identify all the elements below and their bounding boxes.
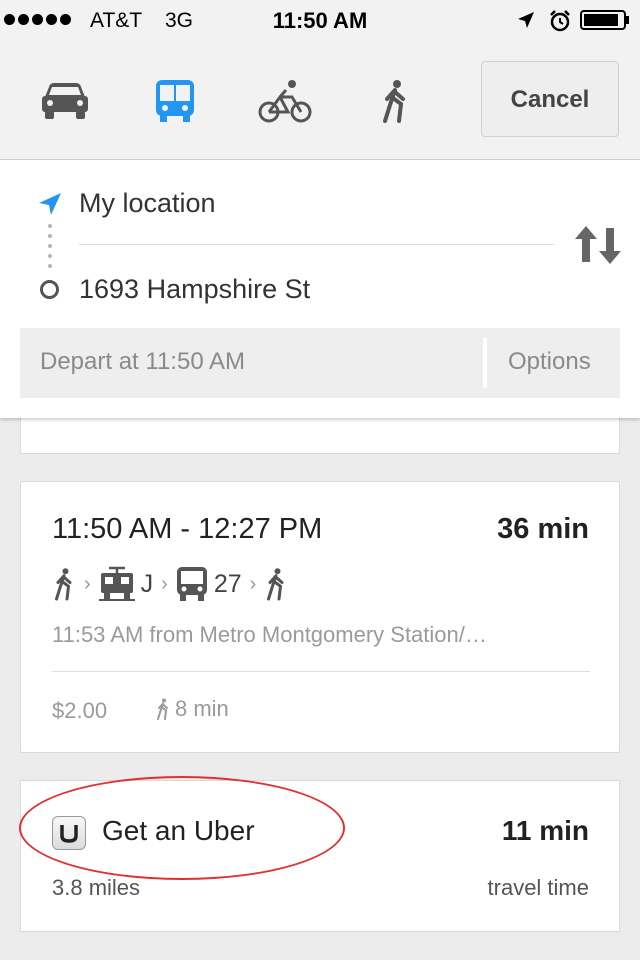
options-button[interactable]: Options bbox=[508, 348, 591, 376]
bus-line-label: 27 bbox=[213, 569, 242, 598]
uber-distance: 3.8 miles bbox=[52, 875, 141, 900]
field-divider bbox=[79, 244, 554, 245]
depart-options-separator bbox=[483, 338, 487, 388]
highlight-annotation-ellipse bbox=[19, 776, 345, 880]
status-time: 11:50 AM bbox=[272, 8, 368, 33]
tram-line-label: J bbox=[140, 569, 154, 598]
walk-icon bbox=[55, 568, 72, 601]
cancel-button[interactable]: Cancel bbox=[481, 61, 619, 137]
travel-mode-bar: Cancel bbox=[0, 40, 640, 160]
route-steps: › J › 27 › bbox=[52, 564, 288, 604]
battery-icon bbox=[580, 10, 629, 30]
my-location-icon bbox=[39, 193, 61, 215]
alarm-icon bbox=[550, 10, 570, 32]
route-fare: $2.00 bbox=[52, 698, 108, 723]
depart-time-button[interactable]: Depart at 11:50 AM bbox=[40, 348, 245, 376]
origin-field[interactable]: My location bbox=[79, 188, 216, 219]
route-departure-detail: 11:53 AM from Metro Montgomery Station/… bbox=[52, 622, 487, 647]
destination-circle-icon bbox=[40, 280, 59, 299]
transit-icon bbox=[156, 80, 194, 122]
route-card-transit[interactable]: 11:50 AM - 12:27 PM 36 min › J › 27 › 11… bbox=[20, 481, 620, 753]
chevron-right-icon: › bbox=[84, 572, 91, 595]
uber-travel-time: 11 min bbox=[501, 815, 589, 846]
bus-icon bbox=[176, 567, 207, 601]
mode-driving-button[interactable] bbox=[37, 76, 93, 126]
card-divider bbox=[52, 671, 590, 672]
location-services-icon bbox=[518, 12, 534, 28]
route-duration: 36 min bbox=[497, 513, 589, 545]
directions-input-panel: My location 1693 Hampshire St Depart at … bbox=[0, 160, 640, 418]
chevron-right-icon: › bbox=[249, 572, 257, 595]
walking-time: 8 min bbox=[155, 696, 229, 722]
walk-icon bbox=[157, 698, 168, 720]
route-connector-dots bbox=[48, 224, 52, 268]
depart-time-bar: Depart at 11:50 AM Options bbox=[20, 328, 620, 398]
route-times: 11:50 AM - 12:27 PM bbox=[52, 513, 323, 545]
tram-icon bbox=[98, 566, 135, 601]
walking-time-label: 8 min bbox=[175, 696, 229, 721]
status-bar: AT&T 3G 11:50 AM bbox=[0, 0, 640, 40]
walk-icon bbox=[383, 80, 405, 123]
destination-field[interactable]: 1693 Hampshire St bbox=[79, 274, 310, 305]
mode-transit-button[interactable] bbox=[147, 76, 203, 126]
uber-time-caption: travel time bbox=[487, 875, 589, 900]
walk-icon bbox=[267, 568, 284, 601]
mode-walking-button[interactable] bbox=[367, 76, 423, 126]
car-icon bbox=[42, 83, 88, 119]
swap-directions-button[interactable] bbox=[572, 222, 624, 268]
chevron-right-icon: › bbox=[161, 572, 168, 595]
mode-cycling-button[interactable] bbox=[257, 76, 313, 126]
bicycle-icon bbox=[258, 80, 312, 123]
